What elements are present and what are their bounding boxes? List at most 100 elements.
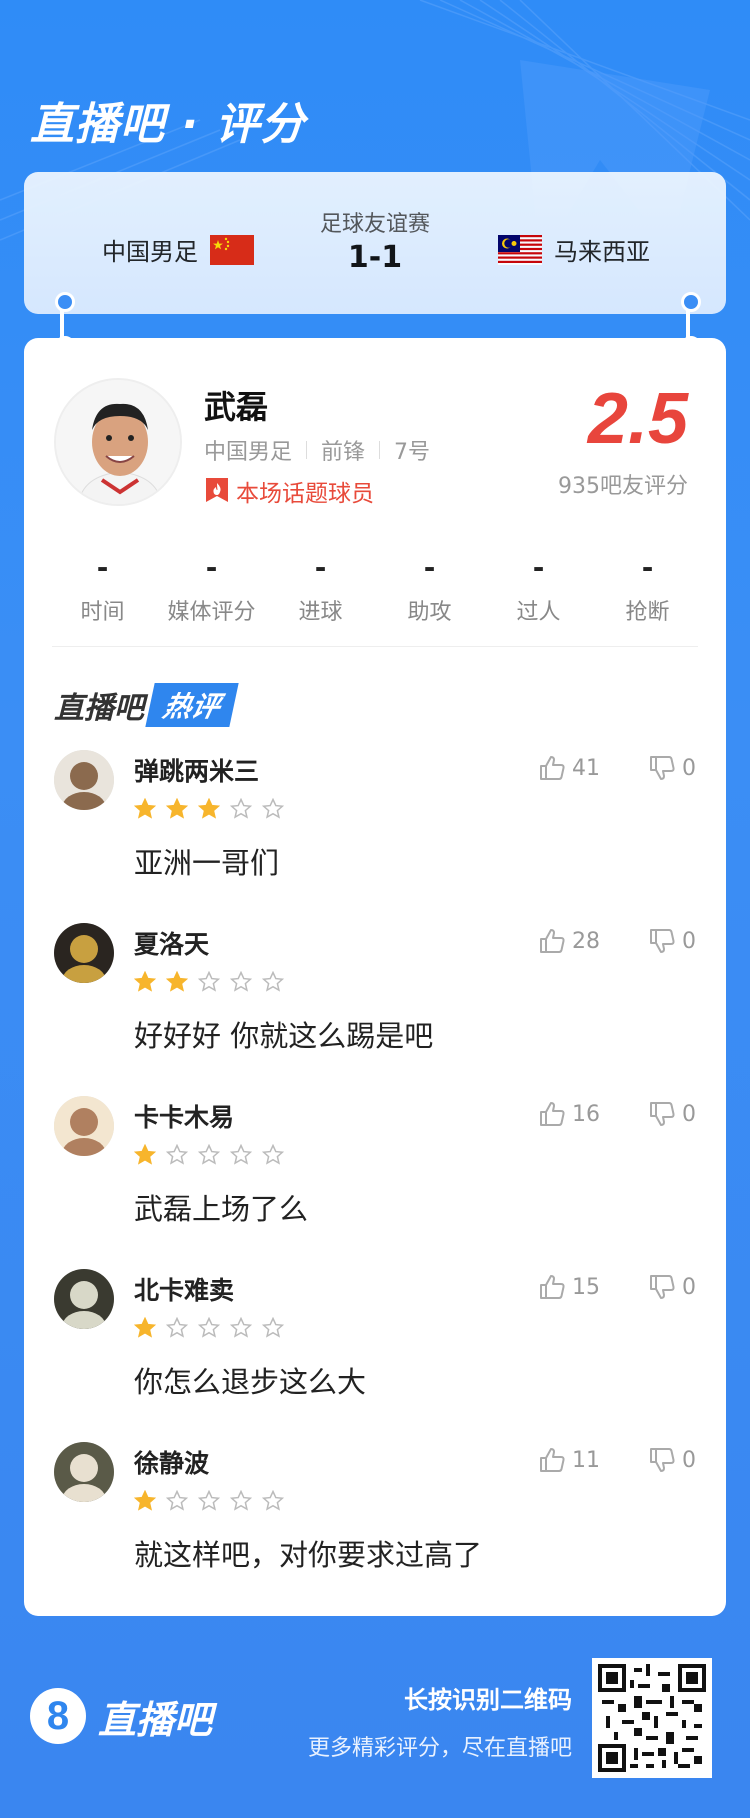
player-team: 中国男足 [204, 440, 293, 465]
player-name: 武磊 [204, 388, 269, 426]
star-empty-icon [230, 1490, 252, 1511]
like-button[interactable]: 11 [538, 1446, 600, 1474]
dislike-count: 0 [682, 1447, 696, 1473]
stat-value: - [96, 551, 109, 584]
player-position: 前锋 [321, 440, 366, 465]
comment-username[interactable]: 徐静波 [134, 1444, 209, 1480]
star-filled-icon [198, 798, 220, 819]
star-empty-icon [166, 1144, 188, 1165]
dislike-count: 0 [682, 755, 696, 781]
meta-separator [379, 441, 381, 459]
player-rating: 2.5 [587, 379, 688, 459]
star-filled-icon [134, 798, 156, 819]
player-avatar [54, 378, 182, 506]
thumbs-up-icon [540, 756, 565, 780]
dislike-count: 0 [682, 928, 696, 954]
comment-text: 你怎么退步这么大 [134, 1365, 367, 1399]
star-empty-icon [166, 1317, 188, 1338]
stat-time: - 时间 [48, 546, 157, 656]
dislike-button[interactable]: 0 [648, 1273, 696, 1301]
star-filled-icon [166, 971, 188, 992]
logo-text: 直播吧 [98, 1697, 213, 1742]
stat-label: 抢断 [625, 600, 670, 625]
star-empty-icon [230, 1317, 252, 1338]
comment-avatar[interactable] [54, 1096, 114, 1156]
dislike-count: 0 [682, 1274, 696, 1300]
star-empty-icon [198, 1144, 220, 1165]
like-button[interactable]: 28 [538, 927, 600, 955]
comment-username[interactable]: 弹跳两米三 [134, 752, 259, 788]
star-empty-icon [262, 1490, 284, 1511]
comment-avatar[interactable] [54, 1269, 114, 1329]
dislike-button[interactable]: 0 [648, 1446, 696, 1474]
comment-list: 弹跳两米三 亚洲一哥们 41 0 夏洛天 好好好 你就这么踢是吧 28 0 卡卡… [54, 750, 696, 1615]
star-empty-icon [166, 1490, 188, 1511]
dislike-button[interactable]: 0 [648, 927, 696, 955]
star-empty-icon [198, 971, 220, 992]
footer-logo: 8 直播吧 [30, 1688, 212, 1744]
like-count: 41 [572, 755, 600, 781]
comment-rating-stars [134, 1144, 284, 1166]
star-empty-icon [262, 971, 284, 992]
comment-rating-stars [134, 971, 284, 993]
section-divider [52, 646, 698, 647]
thumbs-up-icon [540, 929, 565, 953]
comment-text: 亚洲一哥们 [134, 846, 280, 880]
stat-assists: - 助攻 [375, 546, 484, 656]
stat-goals: - 进球 [266, 546, 375, 656]
player-stats: - 时间 - 媒体评分 - 进球 - 助攻 - 过人 - 抢断 [48, 546, 702, 656]
comment-text: 武磊上场了么 [134, 1192, 309, 1226]
thumbs-up-icon [540, 1102, 565, 1126]
comment-avatar[interactable] [54, 1442, 114, 1502]
stat-dribbles: - 过人 [484, 546, 593, 656]
thumbs-down-icon [650, 929, 675, 953]
comment-avatar[interactable] [54, 923, 114, 983]
stat-value: - [423, 551, 436, 584]
comment-item: 北卡难卖 你怎么退步这么大 15 0 [54, 1269, 696, 1442]
player-number: 7号 [394, 440, 431, 465]
comment-item: 弹跳两米三 亚洲一哥们 41 0 [54, 750, 696, 923]
like-button[interactable]: 15 [538, 1273, 600, 1301]
star-empty-icon [230, 798, 252, 819]
stat-label: 助攻 [407, 600, 452, 625]
hot-comments-title-brand: 直播吧 [54, 691, 144, 726]
stat-value: - [314, 551, 327, 584]
comment-username[interactable]: 卡卡木易 [134, 1098, 234, 1134]
thumbs-down-icon [650, 756, 675, 780]
brand-title: 直播吧 · 评分 [30, 99, 306, 150]
dislike-button[interactable]: 0 [648, 1100, 696, 1128]
dislike-button[interactable]: 0 [648, 754, 696, 782]
like-button[interactable]: 16 [538, 1100, 600, 1128]
malaysia-flag-icon [498, 234, 542, 265]
hot-player-label: 本场话题球员 [236, 481, 374, 507]
stat-value: - [205, 551, 218, 584]
footer-tagline: 更多精彩评分，尽在直播吧 [307, 1736, 572, 1761]
star-empty-icon [262, 1317, 284, 1338]
star-empty-icon [198, 1490, 220, 1511]
comment-rating-stars [134, 798, 284, 820]
like-count: 28 [572, 928, 600, 954]
like-button[interactable]: 41 [538, 754, 600, 782]
comment-avatar[interactable] [54, 750, 114, 810]
star-empty-icon [262, 1144, 284, 1165]
player-card: 武磊 中国男足 前锋 7号 本场话题球员 2.5 935吧友评分 - 时间 - … [24, 338, 726, 1616]
thumbs-down-icon [650, 1275, 675, 1299]
stat-value: - [641, 551, 654, 584]
stat-label: 媒体评分 [167, 600, 256, 625]
thumbs-up-icon [540, 1448, 565, 1472]
like-count: 16 [572, 1101, 600, 1127]
qr-code[interactable] [592, 1658, 712, 1778]
hot-comments-title: 直播吧 热评 [54, 680, 239, 730]
meta-separator [306, 441, 308, 459]
thumbs-up-icon [540, 1275, 565, 1299]
comment-rating-stars [134, 1490, 284, 1512]
stat-label: 过人 [516, 600, 561, 625]
star-filled-icon [134, 1144, 156, 1165]
rating-count: 935吧友评分 [558, 474, 688, 499]
comment-username[interactable]: 夏洛天 [134, 925, 209, 961]
comment-username[interactable]: 北卡难卖 [134, 1271, 234, 1307]
star-filled-icon [134, 971, 156, 992]
match-card: 中国男足 足球友谊赛 1-1 马来西亚 [24, 172, 726, 314]
hot-comments-title-tag: 热评 [145, 683, 239, 727]
thumbs-down-icon [650, 1448, 675, 1472]
